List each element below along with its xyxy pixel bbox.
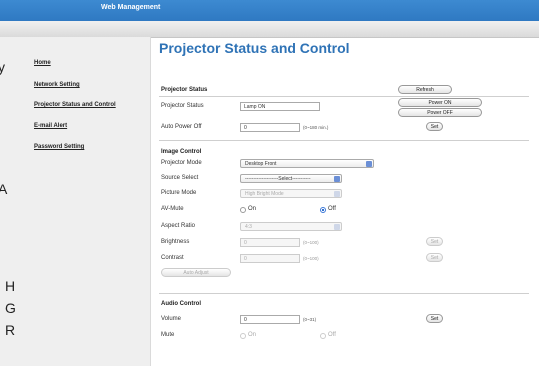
contrast-range: (0~100) [303, 256, 319, 261]
av-mute-off-radio[interactable] [320, 207, 326, 213]
projector-status-heading: Projector Status [161, 87, 208, 93]
edge-glyph: G [5, 300, 16, 316]
contrast-label: Contrast [161, 255, 184, 261]
chevron-down-icon [334, 191, 340, 197]
auto-adjust-button[interactable]: Auto Adjust [161, 268, 231, 277]
picture-mode-value: High Bright Mode [245, 191, 284, 197]
av-mute-on-radio[interactable] [240, 207, 246, 213]
power-off-button[interactable]: Power OFF [398, 108, 482, 117]
sub-bar [0, 21, 539, 38]
sidebar-item-password-setting[interactable]: Password Setting [34, 144, 84, 150]
power-on-button[interactable]: Power ON [398, 98, 482, 107]
aspect-ratio-select[interactable]: 4:3 [240, 222, 342, 231]
mute-on-label: On [248, 332, 257, 338]
divider [159, 293, 529, 294]
picture-mode-label: Picture Mode [161, 190, 197, 196]
divider [159, 96, 529, 97]
brightness-range: (0~100) [303, 240, 319, 245]
volume-label: Volume [161, 316, 182, 322]
projector-mode-select[interactable]: Desktop Front [240, 159, 374, 168]
mute-off-radio[interactable] [320, 333, 326, 339]
audio-control-heading: Audio Control [161, 301, 201, 307]
app-title: Web Management [101, 4, 161, 11]
brightness-set-button[interactable]: Set [426, 237, 443, 246]
projector-status-label: Projector Status [161, 103, 204, 109]
mute-off-label: Off [328, 332, 336, 338]
av-mute-on-label: On [248, 206, 257, 212]
sidebar-item-projector-status[interactable]: Projector Status and Control [34, 102, 116, 108]
page-title: Projector Status and Control [159, 40, 350, 56]
chevron-down-icon [366, 161, 372, 167]
refresh-button[interactable]: Refresh [398, 85, 452, 94]
source-select-value: --------------------Select----------- [245, 176, 311, 182]
mute-label: Mute [161, 332, 175, 338]
source-select-dropdown[interactable]: --------------------Select----------- [240, 174, 342, 183]
edge-glyph: H [5, 278, 16, 294]
projector-status-field: Lamp ON [240, 102, 320, 111]
auto-power-off-label: Auto Power Off [161, 124, 202, 130]
chevron-down-icon [334, 224, 340, 230]
mute-on-radio[interactable] [240, 333, 246, 339]
aspect-ratio-label: Aspect Ratio [161, 223, 196, 229]
projector-mode-label: Projector Mode [161, 160, 202, 166]
sidebar-item-home[interactable]: Home [34, 60, 51, 66]
edge-glyph: R [5, 322, 16, 338]
divider [159, 140, 529, 141]
contrast-input[interactable]: 0 [240, 254, 300, 263]
av-mute-label: AV-Mute [161, 206, 184, 212]
image-control-heading: Image Control [161, 149, 202, 155]
source-select-label: Source Select [161, 175, 199, 181]
top-bar: Web Management [0, 0, 539, 21]
volume-input[interactable]: 0 [240, 315, 300, 324]
auto-power-off-range: (0~180 min.) [303, 125, 329, 130]
contrast-set-button[interactable]: Set [426, 253, 443, 262]
picture-mode-select[interactable]: High Bright Mode [240, 189, 342, 198]
sidebar-item-network-setting[interactable]: Network Setting [34, 82, 80, 88]
av-mute-off-label: Off [328, 206, 336, 212]
chevron-down-icon [334, 176, 340, 182]
edge-glyph: A [0, 181, 8, 197]
auto-power-off-input[interactable]: 0 [240, 123, 300, 132]
sidebar-item-email-alert[interactable]: E-mail Alert [34, 123, 67, 129]
sidebar: Home Network Setting Projector Status an… [0, 37, 151, 366]
volume-range: (0~31) [303, 317, 317, 322]
brightness-label: Brightness [161, 239, 190, 245]
auto-power-off-set-button[interactable]: Set [426, 122, 443, 131]
volume-set-button[interactable]: Set [426, 314, 443, 323]
edge-glyph: y [0, 59, 5, 75]
brightness-input[interactable]: 0 [240, 238, 300, 247]
projector-mode-value: Desktop Front [245, 161, 277, 167]
aspect-ratio-value: 4:3 [245, 224, 252, 230]
main-content: Projector Status and Control Projector S… [151, 37, 539, 366]
